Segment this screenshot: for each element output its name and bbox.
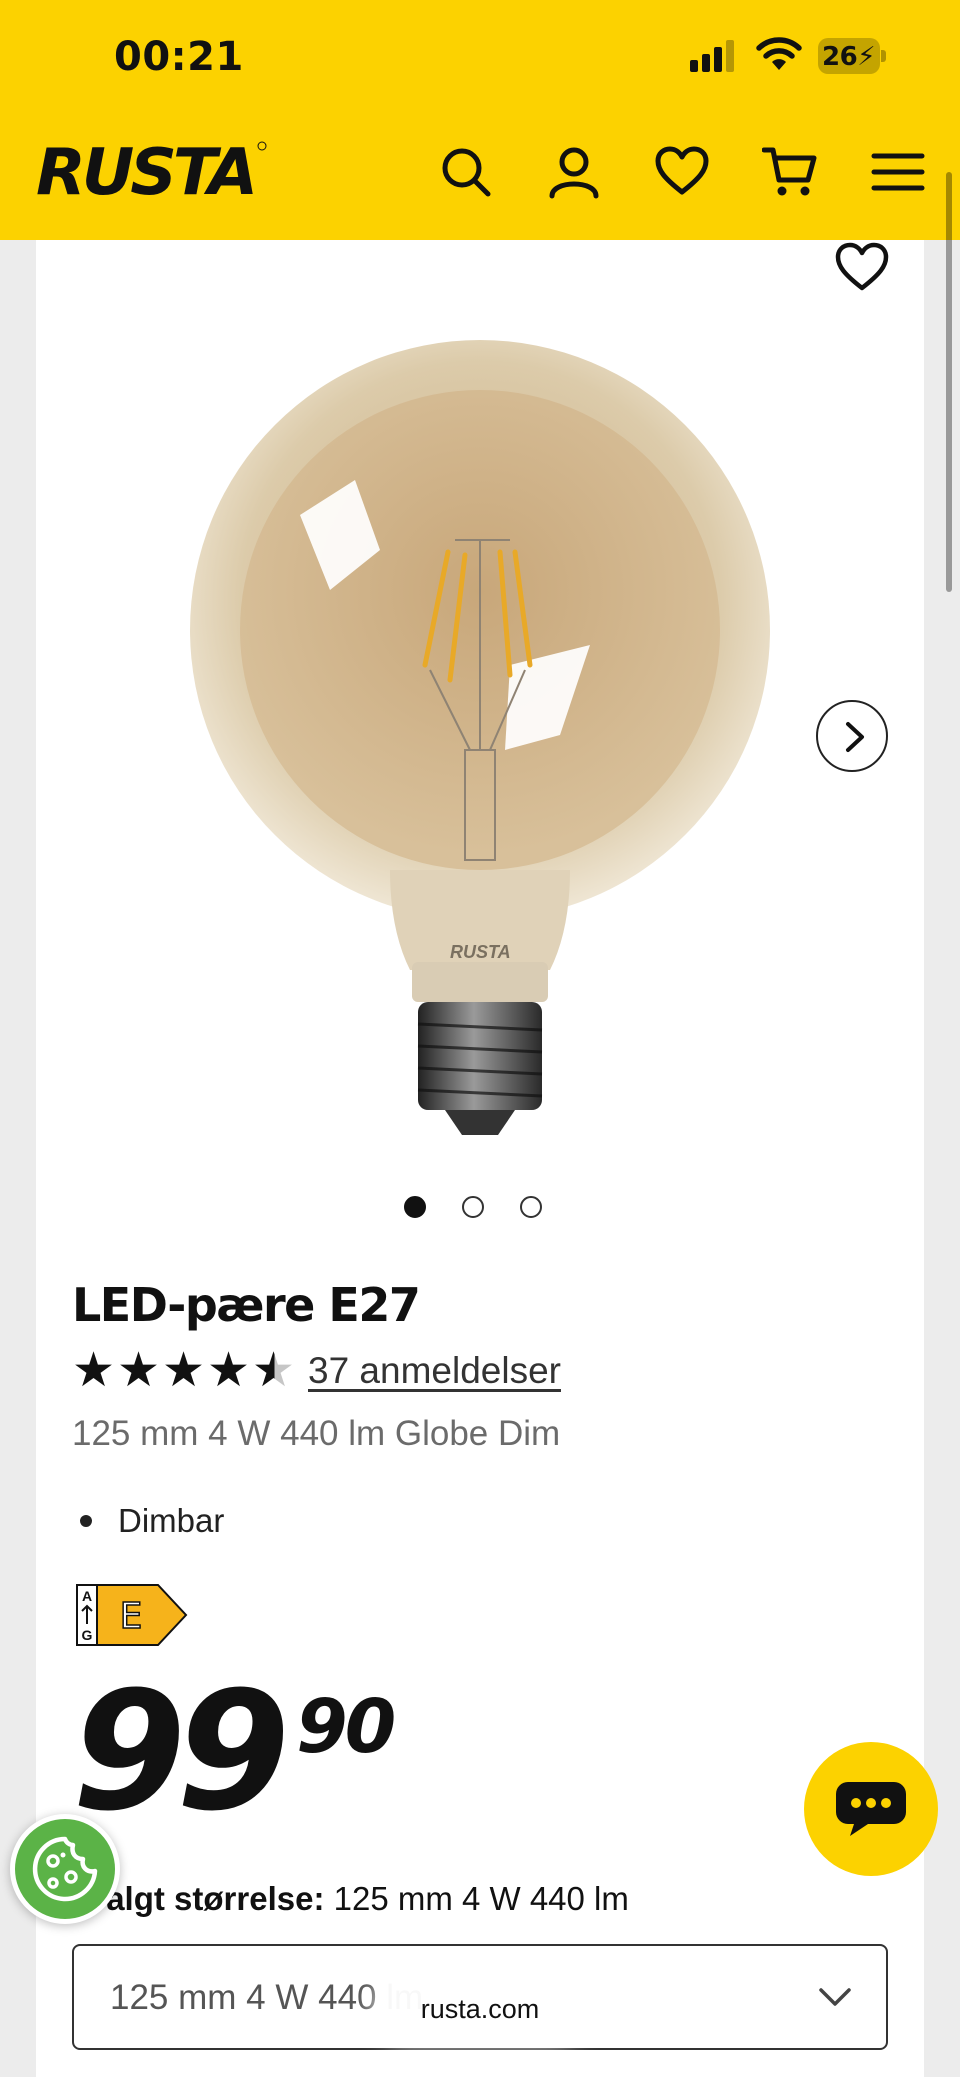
price-main: 99 <box>72 1656 290 1847</box>
cookie-icon <box>32 1836 98 1902</box>
page-scrollbar[interactable] <box>946 172 952 592</box>
chat-bubble-icon <box>836 1782 906 1836</box>
account-icon[interactable] <box>546 144 602 200</box>
gallery-pagination <box>404 1196 542 1218</box>
chevron-right-icon <box>846 722 864 752</box>
product-title: LED-pære E27 <box>72 1278 421 1332</box>
cart-icon[interactable] <box>762 144 818 200</box>
reviews-link[interactable]: 37 anmeldelser <box>308 1350 561 1392</box>
energy-scale-bottom: G <box>82 1627 93 1643</box>
cellular-signal-icon <box>690 40 734 72</box>
next-image-button[interactable] <box>816 700 888 772</box>
heart-icon[interactable] <box>654 144 710 200</box>
battery-indicator: 26⚡ <box>818 38 886 74</box>
price-cents: 90 <box>296 1684 396 1770</box>
browser-url-bar[interactable]: rusta.com <box>374 1974 586 2044</box>
search-icon[interactable] <box>438 144 494 200</box>
rating-stars: ★ ★ ★ ★ ★ <box>72 1346 297 1394</box>
energy-scale-top: A <box>82 1588 92 1604</box>
battery-level: 26⚡ <box>822 42 875 72</box>
product-subtitle: 125 mm 4 W 440 lm Globe Dim <box>72 1414 561 1453</box>
bulb-print: RUSTA <box>450 942 511 962</box>
feature-label: Dimbar <box>118 1502 225 1539</box>
energy-class: E <box>120 1596 143 1637</box>
chevron-down-icon <box>819 1988 851 2006</box>
menu-icon[interactable] <box>870 144 926 200</box>
selected-size-value: 125 mm 4 W 440 lm <box>333 1880 629 1917</box>
gallery-dot-2[interactable] <box>462 1196 484 1218</box>
product-image[interactable]: RUSTA <box>180 330 800 1150</box>
star-icon: ★ <box>117 1342 161 1398</box>
bullet-icon <box>80 1514 92 1527</box>
feature-item: Dimbar <box>72 1502 224 1540</box>
status-time: 00:21 <box>114 34 244 80</box>
add-to-favorites-heart-icon[interactable] <box>834 240 890 294</box>
wifi-icon <box>756 37 802 70</box>
price: 99 90 <box>72 1656 396 1847</box>
gallery-dot-1[interactable] <box>404 1196 426 1218</box>
selected-size-label: Valgt størrelse: 125 mm 4 W 440 lm <box>86 1880 629 1918</box>
chat-button[interactable] <box>804 1742 938 1876</box>
star-icon: ★ <box>162 1342 206 1398</box>
gallery-dot-3[interactable] <box>520 1196 542 1218</box>
energy-label-badge[interactable]: A G E <box>76 1584 188 1646</box>
cookie-settings-button[interactable] <box>10 1814 120 1924</box>
browser-url: rusta.com <box>420 1994 540 2024</box>
star-icon: ★ <box>72 1342 116 1398</box>
selected-size-title: Valgt størrelse: <box>86 1880 325 1917</box>
rusta-logo[interactable]: RUSTA <box>36 138 268 204</box>
half-star-icon: ★ <box>252 1342 296 1398</box>
rusta-logo-text: RUSTA <box>36 138 254 204</box>
site-header: 00:21 26⚡ RUSTA <box>0 0 960 240</box>
star-icon: ★ <box>207 1342 251 1398</box>
